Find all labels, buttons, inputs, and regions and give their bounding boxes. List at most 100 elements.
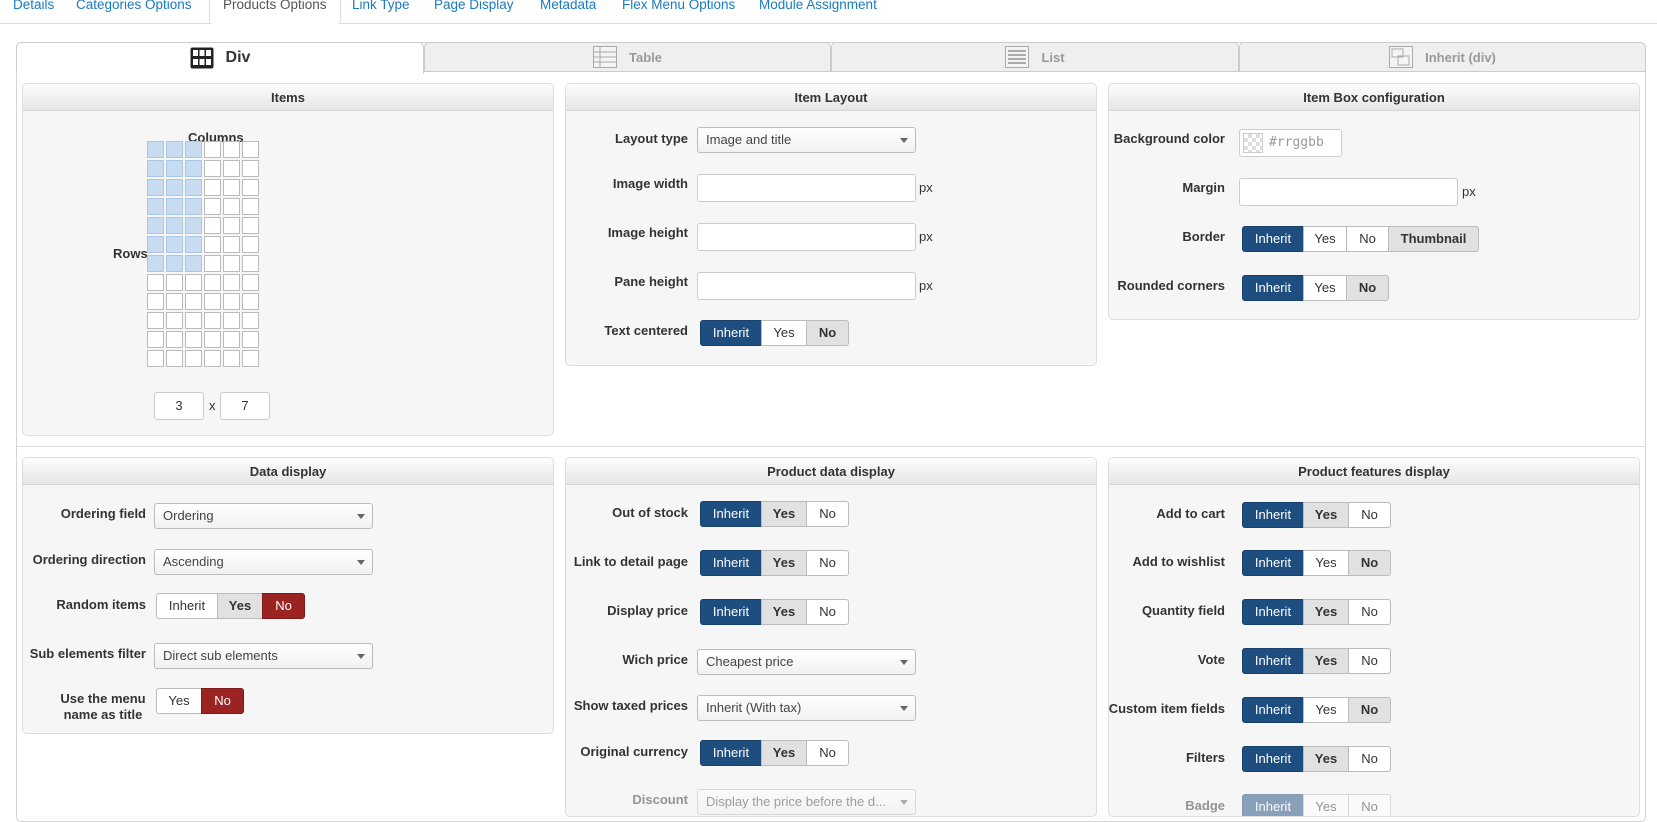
out-of-stock-yes-button[interactable]: Yes bbox=[761, 501, 807, 527]
vote-no-button[interactable]: No bbox=[1348, 648, 1391, 674]
grid-cell[interactable] bbox=[147, 217, 164, 234]
border-inherit-button[interactable]: Inherit bbox=[1242, 226, 1304, 252]
link-detail-no-button[interactable]: No bbox=[806, 550, 849, 576]
filters-inherit-button[interactable]: Inherit bbox=[1242, 746, 1304, 772]
grid-cell[interactable] bbox=[204, 179, 221, 196]
grid-cell[interactable] bbox=[204, 160, 221, 177]
layout-tab-inherit[interactable]: Inherit (div) bbox=[1239, 42, 1646, 72]
grid-cell[interactable] bbox=[223, 217, 240, 234]
grid-cell[interactable] bbox=[204, 217, 221, 234]
grid-cell[interactable] bbox=[166, 160, 183, 177]
tab-flex-menu-options[interactable]: Flex Menu Options bbox=[609, 0, 748, 24]
wich-price-select[interactable]: Cheapest price bbox=[697, 649, 916, 675]
grid-cell[interactable] bbox=[242, 217, 259, 234]
grid-cell[interactable] bbox=[166, 236, 183, 253]
grid-cell[interactable] bbox=[166, 198, 183, 215]
image-height-input[interactable] bbox=[697, 223, 916, 251]
rounded-inherit-button[interactable]: Inherit bbox=[1242, 275, 1304, 301]
grid-cell[interactable] bbox=[166, 350, 183, 367]
ordering-direction-select[interactable]: Ascending bbox=[154, 549, 373, 575]
grid-cell[interactable] bbox=[204, 274, 221, 291]
display-price-no-button[interactable]: No bbox=[806, 599, 849, 625]
badge-yes-button[interactable]: Yes bbox=[1303, 794, 1349, 816]
border-yes-button[interactable]: Yes bbox=[1303, 226, 1347, 252]
grid-cell[interactable] bbox=[147, 141, 164, 158]
grid-cell[interactable] bbox=[204, 141, 221, 158]
grid-cell[interactable] bbox=[147, 312, 164, 329]
grid-cell[interactable] bbox=[242, 293, 259, 310]
grid-cell[interactable] bbox=[223, 160, 240, 177]
add-to-wishlist-no-button[interactable]: No bbox=[1348, 550, 1391, 576]
menu-name-no-button[interactable]: No bbox=[201, 688, 244, 714]
grid-cell[interactable] bbox=[185, 255, 202, 272]
display-price-inherit-button[interactable]: Inherit bbox=[700, 599, 762, 625]
grid-cell[interactable] bbox=[204, 331, 221, 348]
grid-cell[interactable] bbox=[185, 312, 202, 329]
rounded-yes-button[interactable]: Yes bbox=[1303, 275, 1347, 301]
random-items-inherit-button[interactable]: Inherit bbox=[156, 593, 218, 619]
custom-fields-no-button[interactable]: No bbox=[1348, 697, 1391, 723]
badge-no-button[interactable]: No bbox=[1348, 794, 1391, 816]
tab-page-display[interactable]: Page Display bbox=[421, 0, 527, 24]
display-price-yes-button[interactable]: Yes bbox=[761, 599, 807, 625]
grid-cell[interactable] bbox=[242, 331, 259, 348]
original-currency-no-button[interactable]: No bbox=[806, 740, 849, 766]
grid-cell[interactable] bbox=[223, 312, 240, 329]
grid-cell[interactable] bbox=[204, 350, 221, 367]
filters-no-button[interactable]: No bbox=[1348, 746, 1391, 772]
image-width-input[interactable] bbox=[697, 174, 916, 202]
layout-type-select[interactable]: Image and title bbox=[697, 127, 916, 153]
grid-cell[interactable] bbox=[223, 141, 240, 158]
grid-cell[interactable] bbox=[242, 255, 259, 272]
grid-cell[interactable] bbox=[242, 141, 259, 158]
add-to-cart-no-button[interactable]: No bbox=[1348, 502, 1391, 528]
grid-cell[interactable] bbox=[185, 198, 202, 215]
grid-cell[interactable] bbox=[204, 198, 221, 215]
discount-select[interactable]: Display the price before the d... bbox=[697, 789, 916, 815]
grid-cell[interactable] bbox=[204, 293, 221, 310]
grid-cell[interactable] bbox=[147, 255, 164, 272]
columns-count-input[interactable]: 3 bbox=[154, 392, 204, 420]
grid-cell[interactable] bbox=[185, 217, 202, 234]
text-centered-inherit-button[interactable]: Inherit bbox=[700, 320, 762, 346]
grid-cell[interactable] bbox=[223, 236, 240, 253]
grid-cell[interactable] bbox=[166, 312, 183, 329]
grid-cell[interactable] bbox=[166, 293, 183, 310]
grid-cell[interactable] bbox=[166, 141, 183, 158]
quantity-field-no-button[interactable]: No bbox=[1348, 599, 1391, 625]
quantity-field-yes-button[interactable]: Yes bbox=[1303, 599, 1349, 625]
grid-cell[interactable] bbox=[147, 236, 164, 253]
original-currency-yes-button[interactable]: Yes bbox=[761, 740, 807, 766]
tab-details[interactable]: Details bbox=[0, 0, 67, 24]
grid-cell[interactable] bbox=[147, 274, 164, 291]
color-swatch-icon[interactable] bbox=[1243, 133, 1263, 153]
layout-tab-list[interactable]: List bbox=[831, 42, 1239, 72]
grid-cell[interactable] bbox=[185, 236, 202, 253]
vote-yes-button[interactable]: Yes bbox=[1303, 648, 1349, 674]
grid-cell[interactable] bbox=[223, 293, 240, 310]
tab-categories-options[interactable]: Categories Options bbox=[63, 0, 205, 24]
original-currency-inherit-button[interactable]: Inherit bbox=[700, 740, 762, 766]
grid-cell[interactable] bbox=[147, 160, 164, 177]
out-of-stock-no-button[interactable]: No bbox=[806, 501, 849, 527]
grid-cell[interactable] bbox=[223, 350, 240, 367]
grid-cell[interactable] bbox=[223, 274, 240, 291]
grid-cell[interactable] bbox=[166, 179, 183, 196]
grid-cell[interactable] bbox=[242, 160, 259, 177]
grid-cell[interactable] bbox=[147, 198, 164, 215]
link-detail-yes-button[interactable]: Yes bbox=[761, 550, 807, 576]
text-centered-no-button[interactable]: No bbox=[806, 320, 849, 346]
grid-cell[interactable] bbox=[147, 293, 164, 310]
grid-cell[interactable] bbox=[166, 274, 183, 291]
random-items-no-button[interactable]: No bbox=[262, 593, 305, 619]
grid-cell[interactable] bbox=[185, 179, 202, 196]
grid-cell[interactable] bbox=[166, 217, 183, 234]
grid-cell[interactable] bbox=[204, 312, 221, 329]
link-detail-inherit-button[interactable]: Inherit bbox=[700, 550, 762, 576]
grid-cell[interactable] bbox=[242, 236, 259, 253]
show-taxed-prices-select[interactable]: Inherit (With tax) bbox=[697, 695, 916, 721]
grid-cell[interactable] bbox=[204, 255, 221, 272]
quantity-field-inherit-button[interactable]: Inherit bbox=[1242, 599, 1304, 625]
grid-cell[interactable] bbox=[185, 350, 202, 367]
grid-cell[interactable] bbox=[185, 274, 202, 291]
